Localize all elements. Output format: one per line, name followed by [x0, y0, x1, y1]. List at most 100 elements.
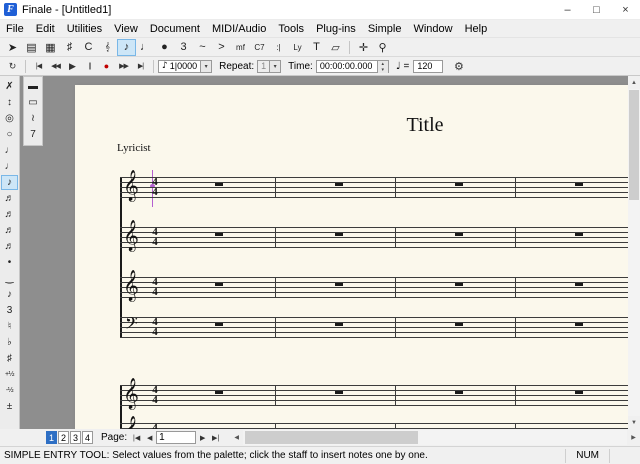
sixteenth-note-tool[interactable]: ♬: [1, 191, 18, 206]
next-page-button[interactable]: ▶: [196, 431, 209, 444]
page-layout-tool[interactable]: ▱: [326, 39, 345, 56]
menu-tools[interactable]: Tools: [272, 22, 310, 36]
measure-tool[interactable]: ▦: [41, 39, 60, 56]
augmentation-dot-tool[interactable]: •: [1, 255, 18, 270]
prev-page-button[interactable]: ◀: [143, 431, 156, 444]
articulation-tool[interactable]: >: [212, 39, 231, 56]
menu-midi-audio[interactable]: MIDI/Audio: [206, 22, 272, 36]
enharmonic-tool[interactable]: ±: [1, 399, 18, 414]
tempo-field[interactable]: 120: [413, 60, 443, 73]
flat-tool[interactable]: ♭: [1, 335, 18, 350]
key-signature-tool[interactable]: ♯: [60, 39, 79, 56]
scroll-left-button[interactable]: ◀: [230, 430, 243, 445]
quarter-rest-tool[interactable]: ≀: [25, 111, 42, 126]
scroll-right-button[interactable]: ▶: [627, 430, 640, 445]
sharp-tool[interactable]: ♯: [1, 351, 18, 366]
page-1-button[interactable]: 1: [46, 431, 57, 444]
last-page-button[interactable]: ▶|: [209, 431, 222, 444]
half-rest-tool[interactable]: ▭: [25, 95, 42, 110]
menu-utilities[interactable]: Utilities: [61, 22, 108, 36]
spin-down-icon[interactable]: ▾: [378, 67, 388, 73]
vertical-scroll-thumb[interactable]: [629, 90, 639, 200]
page-4-button[interactable]: 4: [82, 431, 93, 444]
eighth-rest-tool[interactable]: 7: [25, 127, 42, 142]
page-2-button[interactable]: 2: [58, 431, 69, 444]
zoom-tool[interactable]: ⚲: [373, 39, 392, 56]
playback-controls-bar: ↻|◀◀◀▶||●▶▶▶| ♪ 1|0000 ▾ Repeat: 1 ▾ Tim…: [0, 57, 640, 76]
tuplet-tool[interactable]: 3: [174, 39, 193, 56]
menu-plug-ins[interactable]: Plug-ins: [310, 22, 362, 36]
rewind-button[interactable]: ◀◀: [47, 59, 64, 74]
half-step-down-tool[interactable]: -½: [1, 383, 18, 398]
vertical-scrollbar[interactable]: ▲ ▼: [628, 76, 640, 429]
lyrics-tool[interactable]: Ly: [288, 39, 307, 56]
maximize-button[interactable]: □: [582, 0, 611, 19]
close-button[interactable]: ×: [611, 0, 640, 19]
sixty-fourth-note-tool[interactable]: ♬: [1, 223, 18, 238]
eraser-tool[interactable]: ✗: [1, 79, 18, 94]
menu-document[interactable]: Document: [144, 22, 206, 36]
time-field[interactable]: 00:00:00.000: [316, 60, 378, 73]
hyperscribe-tool[interactable]: ●: [155, 39, 174, 56]
hundred-twenty-eighth-note-tool[interactable]: ♬: [1, 239, 18, 254]
record-button[interactable]: ●: [98, 59, 115, 74]
page-list: 1234: [46, 431, 94, 444]
play-button[interactable]: ▶: [64, 59, 81, 74]
selection-tool[interactable]: ➤: [3, 39, 22, 56]
horizontal-scrollbar[interactable]: ◀ ▶: [230, 430, 640, 445]
playback-counter-field[interactable]: ♪ 1|0000: [158, 60, 201, 73]
menu-window[interactable]: Window: [407, 22, 458, 36]
score-title[interactable]: Title: [75, 114, 628, 137]
staff-tool[interactable]: ▤: [22, 39, 41, 56]
simple-entry-tool[interactable]: ♪: [117, 39, 136, 56]
counter-dropdown[interactable]: ▾: [201, 60, 212, 73]
time-spinner[interactable]: ▴▾: [378, 60, 389, 73]
document-area[interactable]: Title Lyricist 𝄞44𝄞44𝄞44𝄢44𝄞44𝄞44: [20, 76, 628, 429]
page-number-input[interactable]: [156, 431, 196, 444]
first-page-button[interactable]: |◀: [130, 431, 143, 444]
clef-tool[interactable]: 𝄞: [98, 39, 117, 56]
scroll-down-button[interactable]: ▼: [628, 416, 640, 429]
half-step-up-tool[interactable]: +½: [1, 367, 18, 382]
page-3-button[interactable]: 3: [70, 431, 81, 444]
hand-grabber-tool[interactable]: ✛: [354, 39, 373, 56]
score-page[interactable]: Title Lyricist 𝄞44𝄞44𝄞44𝄢44𝄞44𝄞44: [75, 85, 628, 429]
grace-note-tool[interactable]: ♪: [1, 287, 18, 302]
horizontal-scroll-thumb[interactable]: [245, 431, 418, 444]
whole-note-tool[interactable]: ○: [1, 127, 18, 142]
chord-tool[interactable]: C7: [250, 39, 269, 56]
minimize-button[interactable]: –: [553, 0, 582, 19]
scroll-up-button[interactable]: ▲: [628, 76, 640, 89]
tie-tool[interactable]: ‿: [1, 271, 18, 286]
time-signature-tool[interactable]: C: [79, 39, 98, 56]
forward-button[interactable]: ▶▶: [115, 59, 132, 74]
rewind-to-start-button[interactable]: |◀: [30, 59, 47, 74]
whole-rest-tool[interactable]: ▬: [25, 79, 42, 94]
repitch-tool[interactable]: ↕: [1, 95, 18, 110]
lyricist-label[interactable]: Lyricist: [117, 142, 151, 154]
menu-view[interactable]: View: [108, 22, 144, 36]
menu-help[interactable]: Help: [459, 22, 494, 36]
menu-edit[interactable]: Edit: [30, 22, 61, 36]
menu-simple[interactable]: Simple: [362, 22, 408, 36]
menu-file[interactable]: File: [0, 22, 30, 36]
speedy-entry-tool[interactable]: ♩: [136, 39, 155, 56]
smart-shape-tool[interactable]: ~: [193, 39, 212, 56]
repeat-tool[interactable]: :|: [269, 39, 288, 56]
text-tool[interactable]: T: [307, 39, 326, 56]
playback-settings-button[interactable]: ⚙: [450, 59, 467, 74]
thirty-second-note-tool[interactable]: ♬: [1, 207, 18, 222]
system-barline: [120, 177, 122, 338]
expression-tool[interactable]: mf: [231, 39, 250, 56]
repeat-dropdown[interactable]: ▾: [270, 60, 281, 73]
horizontal-scroll-track[interactable]: [243, 430, 627, 445]
quarter-note-tool[interactable]: ♩: [1, 159, 18, 174]
eighth-note-tool[interactable]: ♪: [1, 175, 18, 190]
tuplet-tool-palette[interactable]: 3: [1, 303, 18, 318]
forward-to-end-button[interactable]: ▶|: [132, 59, 149, 74]
pause-button[interactable]: ||: [81, 59, 98, 74]
half-note-tool[interactable]: ♩: [1, 143, 18, 158]
natural-tool[interactable]: ♮: [1, 319, 18, 334]
double-whole-note-tool[interactable]: ◎: [1, 111, 18, 126]
loop-button[interactable]: ↻: [4, 59, 21, 74]
